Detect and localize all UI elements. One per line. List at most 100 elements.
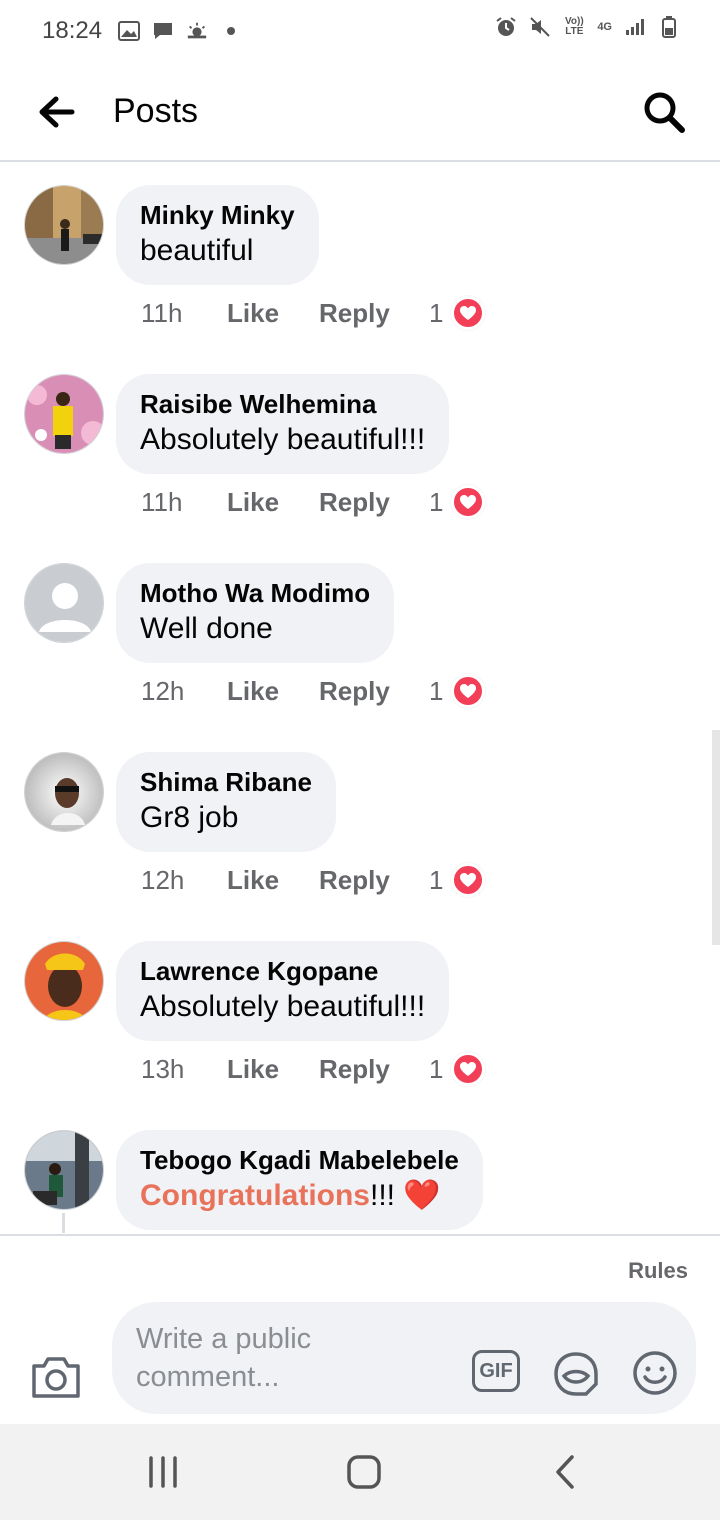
status-right-icons: Vo)) LTE 4G: [495, 16, 680, 38]
system-nav-bar: [0, 1424, 720, 1520]
comment-input[interactable]: Write a public comment... GIF: [112, 1302, 696, 1414]
highlighted-text[interactable]: Congratulations: [140, 1179, 370, 1212]
avatar[interactable]: [24, 752, 104, 832]
comment-author[interactable]: Raisibe Welhemina: [140, 388, 425, 420]
reply-button[interactable]: Reply: [319, 1054, 429, 1085]
comment-bubble[interactable]: Motho Wa Modimo Well done: [116, 563, 395, 663]
camera-button[interactable]: [30, 1354, 82, 1400]
comment-text-rest: !!!: [370, 1179, 396, 1212]
weather-icon: [186, 20, 208, 42]
like-button[interactable]: Like: [227, 865, 319, 896]
like-button[interactable]: Like: [227, 1054, 319, 1085]
heart-reaction-icon: [451, 863, 486, 897]
avatar[interactable]: [24, 941, 104, 1021]
notification-dot-icon: [220, 20, 242, 42]
comment-text: Absolutely beautiful!!!: [140, 423, 426, 456]
app-bar: Posts: [0, 62, 720, 162]
reaction-count[interactable]: 1: [429, 674, 486, 708]
reply-button[interactable]: Reply: [319, 676, 429, 707]
like-button[interactable]: Like: [227, 676, 319, 707]
emoji-button[interactable]: [632, 1350, 678, 1396]
rules-link[interactable]: Rules: [628, 1258, 688, 1284]
like-button[interactable]: Like: [227, 487, 319, 518]
recent-apps-icon: [149, 1456, 177, 1488]
comment-actions: 12h Like Reply 1: [141, 863, 486, 897]
camera-icon: [32, 1357, 80, 1398]
gallery-icon: [118, 20, 141, 42]
status-left-icons: [118, 20, 242, 42]
reaction-count-number: 1: [429, 1053, 444, 1084]
comment-time[interactable]: 11h: [141, 298, 227, 329]
home-icon: [347, 1455, 381, 1489]
avatar[interactable]: [24, 185, 104, 265]
arrow-left-icon: [39, 96, 75, 128]
smiley-icon: [633, 1351, 677, 1395]
comment-actions: 11h Like Reply 1: [141, 296, 486, 330]
avatar[interactable]: [24, 563, 104, 643]
gif-button[interactable]: GIF: [472, 1350, 520, 1392]
heart-emoji-icon: ❤️: [403, 1179, 441, 1212]
avatar[interactable]: [24, 1130, 104, 1210]
battery-icon: [658, 16, 680, 38]
comment-text: Absolutely beautiful!!!: [140, 990, 426, 1023]
reaction-count[interactable]: 1: [429, 863, 486, 897]
comment-bubble[interactable]: Tebogo Kgadi Mabelebele Congratulations!…: [116, 1130, 483, 1230]
sticker-icon: [554, 1352, 598, 1396]
recent-apps-button[interactable]: [143, 1454, 183, 1490]
avatar[interactable]: [24, 374, 104, 454]
reaction-count-number: 1: [429, 486, 444, 517]
reaction-count[interactable]: 1: [429, 1052, 486, 1086]
network-type-icon: 4G: [597, 21, 612, 33]
comment-author[interactable]: Lawrence Kgopane: [140, 955, 425, 987]
comment-author[interactable]: Motho Wa Modimo: [140, 577, 370, 609]
comment-actions: 12h Like Reply 1: [141, 674, 486, 708]
comment-bubble[interactable]: Shima Ribane Gr8 job: [116, 752, 336, 852]
comment-composer: Rules Write a public comment... GIF: [0, 1234, 720, 1424]
alarm-icon: [495, 16, 517, 38]
sticker-button[interactable]: [552, 1350, 600, 1398]
reaction-count-number: 1: [429, 297, 444, 328]
comment-text: Gr8 job: [140, 801, 239, 834]
message-icon: [152, 20, 174, 42]
reaction-count[interactable]: 1: [429, 485, 486, 519]
back-nav-button[interactable]: [546, 1454, 586, 1490]
comment-actions: 11h Like Reply 1: [141, 485, 486, 519]
comment-author[interactable]: Minky Minky: [140, 199, 295, 231]
back-button[interactable]: [36, 92, 76, 132]
reply-button[interactable]: Reply: [319, 298, 429, 329]
page-title: Posts: [113, 92, 199, 130]
reaction-count-number: 1: [429, 864, 444, 895]
comment-author[interactable]: Tebogo Kgadi Mabelebele: [140, 1144, 459, 1176]
comments-list: Minky Minky beautiful 11h Like Reply 1 R…: [0, 164, 720, 1234]
chevron-left-icon: [556, 1455, 574, 1489]
comment-bubble[interactable]: Lawrence Kgopane Absolutely beautiful!!!: [116, 941, 450, 1041]
comment-time[interactable]: 12h: [141, 676, 227, 707]
heart-reaction-icon: [451, 296, 486, 330]
comment-text: Well done: [140, 612, 273, 645]
status-time: 18:24: [42, 17, 103, 44]
comment-bubble[interactable]: Minky Minky beautiful: [116, 185, 319, 285]
mute-icon: [529, 16, 551, 38]
like-button[interactable]: Like: [227, 298, 319, 329]
comment-bubble[interactable]: Raisibe Welhemina Absolutely beautiful!!…: [116, 374, 450, 474]
heart-reaction-icon: [451, 485, 486, 519]
thread-line: [62, 1213, 65, 1233]
reply-button[interactable]: Reply: [319, 865, 429, 896]
heart-reaction-icon: [451, 674, 486, 708]
reply-button[interactable]: Reply: [319, 487, 429, 518]
comment-time[interactable]: 12h: [141, 865, 227, 896]
signal-icon: [624, 16, 646, 38]
default-avatar-icon: [25, 564, 103, 642]
comment-text: beautiful: [140, 234, 254, 267]
scrollbar[interactable]: [712, 730, 720, 945]
comment-author[interactable]: Shima Ribane: [140, 766, 312, 798]
reaction-count-number: 1: [429, 675, 444, 706]
search-button[interactable]: [642, 90, 686, 134]
comment-time[interactable]: 13h: [141, 1054, 227, 1085]
comment-time[interactable]: 11h: [141, 487, 227, 518]
reaction-count[interactable]: 1: [429, 296, 486, 330]
heart-reaction-icon: [451, 1052, 486, 1086]
volte-icon: Vo)) LTE: [564, 16, 584, 37]
home-button[interactable]: [344, 1454, 384, 1490]
status-bar: 18:24 Vo)) LTE 4G: [0, 0, 720, 62]
